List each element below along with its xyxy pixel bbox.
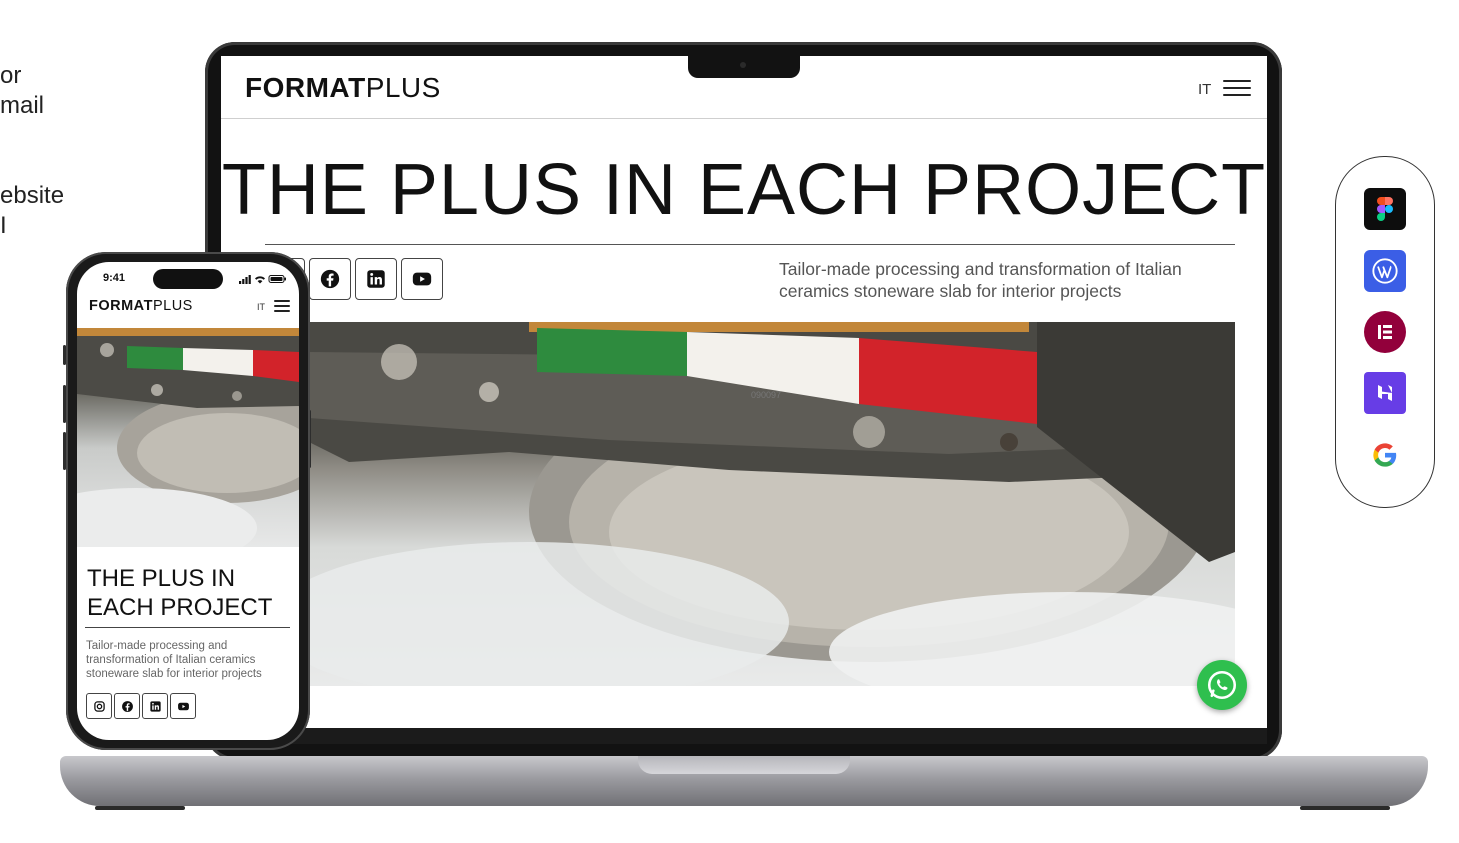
youtube-icon[interactable] <box>170 693 196 719</box>
photo-plate-code: 090097 <box>751 390 781 400</box>
laptop-chin <box>221 728 1267 744</box>
language-switch[interactable]: IT <box>1198 81 1211 98</box>
side-caption-line-2: mail <box>0 92 45 119</box>
wordpress-icon <box>1364 250 1406 292</box>
laptop-foot-right <box>1300 806 1390 810</box>
laptop-screen: FORMATPLUS IT THE PLUS IN EACH PROJECT T… <box>221 56 1267 728</box>
laptop-foot-left <box>95 806 185 810</box>
logo-light-part: PLUS <box>152 298 193 314</box>
linkedin-icon[interactable] <box>142 693 168 719</box>
phone-hero-title: THE PLUS IN EACH PROJECT <box>87 565 273 621</box>
side-caption-line-1: or <box>0 62 22 89</box>
phone-site-logo[interactable]: FORMATPLUS <box>89 298 193 314</box>
hostinger-icon <box>1364 372 1406 414</box>
side-caption-line-4: I <box>0 212 7 239</box>
camera-dot <box>740 62 746 68</box>
laptop-trackpad-notch <box>638 756 850 774</box>
tools-stack-panel <box>1335 156 1435 508</box>
google-icon <box>1364 434 1406 476</box>
whatsapp-icon[interactable] <box>1197 660 1247 710</box>
phone-screen: 9:41 FORMATPLUS IT THE PLUS IN EACH PROJ… <box>77 262 299 740</box>
hero-photo-stone-cutting: 090097 <box>309 322 1235 686</box>
status-time: 9:41 <box>103 272 126 284</box>
hero-title: THE PLUS IN EACH PROJECT <box>221 150 1267 230</box>
youtube-icon[interactable] <box>401 258 443 300</box>
hamburger-menu-icon[interactable] <box>1223 80 1251 97</box>
phone-social-links <box>86 693 196 719</box>
phone-language-switch[interactable]: IT <box>257 302 265 312</box>
instagram-icon[interactable] <box>86 693 112 719</box>
dynamic-island <box>153 269 223 289</box>
linkedin-icon[interactable] <box>355 258 397 300</box>
hero-divider <box>265 244 1235 245</box>
elementor-icon <box>1364 311 1406 353</box>
laptop-notch <box>688 56 800 78</box>
facebook-icon[interactable] <box>309 258 351 300</box>
hero-subtitle: Tailor-made processing and transformatio… <box>779 259 1182 301</box>
figma-icon <box>1364 188 1406 230</box>
phone-hamburger-menu-icon[interactable] <box>274 300 290 312</box>
site-logo[interactable]: FORMATPLUS <box>245 72 441 104</box>
facebook-icon[interactable] <box>114 693 140 719</box>
phone-hero-photo <box>77 328 299 547</box>
logo-bold-part: FORMAT <box>245 72 366 103</box>
phone-hero-subtitle: Tailor-made processing and transformatio… <box>86 640 262 680</box>
logo-bold-part: FORMAT <box>89 298 153 314</box>
side-caption-line-3: ebsite <box>0 182 65 209</box>
status-signal-icons <box>239 275 286 284</box>
logo-light-part: PLUS <box>365 72 441 103</box>
phone-hero-divider <box>85 627 290 628</box>
